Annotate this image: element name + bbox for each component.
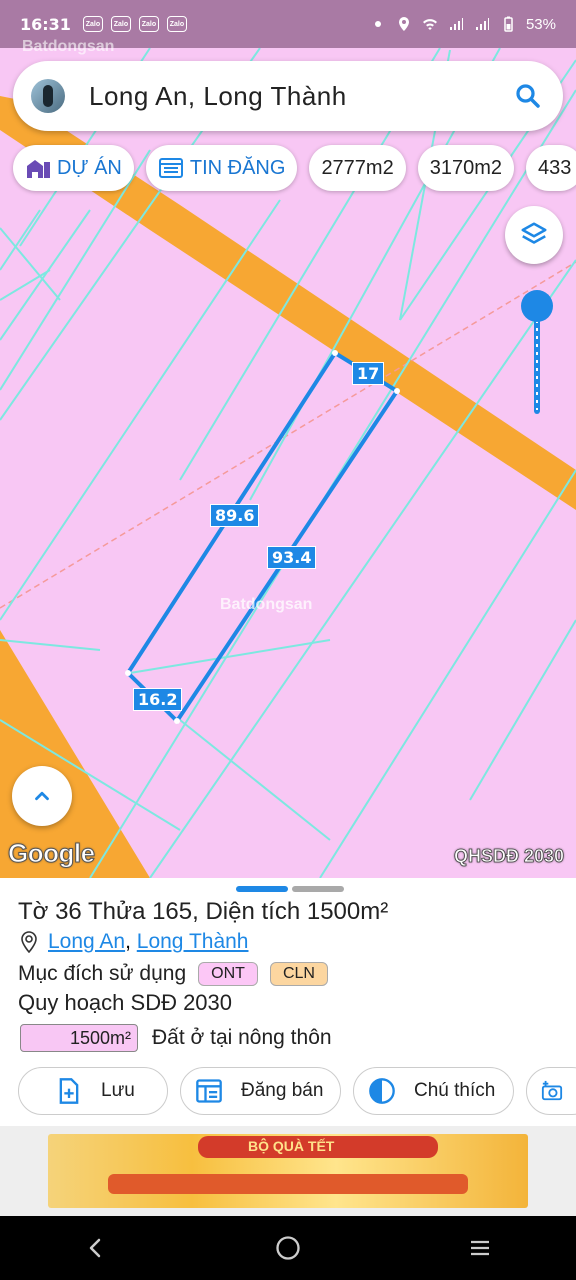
land-use-purpose: Mục đích sử dụng ONT CLN [18, 962, 328, 986]
recents-button[interactable] [460, 1228, 500, 1268]
map-watermark: Batdongsan [220, 596, 313, 613]
chip-projects[interactable]: DỰ ÁN [13, 145, 134, 191]
search-input[interactable]: Long An, Long Thành [89, 81, 513, 112]
parcel-title: Tờ 36 Thửa 165, Diện tích 1500m² [18, 898, 389, 925]
area-swatch: 1500m² [20, 1024, 138, 1052]
location-separator: , [125, 930, 137, 953]
status-indicators: 53% [370, 16, 556, 33]
menu-icon [471, 1240, 489, 1256]
building-icon [27, 160, 50, 178]
post-for-sale-label: Đăng bán [241, 1080, 324, 1101]
sheet-handle[interactable] [236, 886, 344, 892]
zalo-notification-icon: Zalo [82, 16, 103, 32]
avatar[interactable] [31, 79, 65, 113]
save-label: Lưu [101, 1080, 135, 1101]
search-bar[interactable]: Long An, Long Thành [13, 61, 563, 131]
chip-label: DỰ ÁN [57, 156, 122, 179]
area-description: Đất ở tại nông thôn [152, 1026, 332, 1049]
parcel-location: Long An , Long Thành [20, 930, 248, 954]
ad-text: BỘ QUÀ TẾT [248, 1138, 335, 1154]
parcel-info-sheet: Tờ 36 Thửa 165, Diện tích 1500m² Long An… [0, 878, 576, 1126]
land-use-badge-cln[interactable]: CLN [269, 962, 328, 986]
chip-label: 2777m2 [321, 156, 394, 179]
land-use-badge-ont[interactable]: ONT [198, 962, 258, 986]
signal-icon [449, 18, 463, 30]
ad-area: BỘ QUÀ TẾT [0, 1126, 576, 1216]
expand-sheet-button[interactable] [12, 766, 72, 826]
chip-listings[interactable]: TIN ĐĂNG [145, 145, 298, 191]
planning-area-row: 1500m² Đất ở tại nông thôn [20, 1024, 332, 1052]
page-indicator [292, 886, 344, 892]
layers-button[interactable] [505, 206, 563, 264]
dot-icon [374, 21, 381, 27]
post-for-sale-button[interactable]: Đăng bán [180, 1067, 341, 1115]
add-photo-button[interactable] [526, 1067, 576, 1115]
signal-icon [475, 18, 489, 30]
battery-icon [504, 16, 513, 32]
zalo-notification-icon: Zalo [166, 16, 187, 32]
slider-track-dots [536, 320, 538, 410]
action-bar: Lưu Đăng bán Chú thích [18, 1067, 576, 1115]
back-button[interactable] [76, 1228, 116, 1268]
layers-icon [521, 222, 547, 244]
page-indicator-active [236, 886, 288, 892]
wifi-icon [422, 19, 437, 30]
province-link[interactable]: Long An [48, 930, 125, 954]
chip-area[interactable]: 433 [526, 145, 576, 191]
search-icon[interactable] [513, 81, 543, 111]
zalo-notification-icon: Zalo [138, 16, 159, 32]
slider-handle[interactable] [521, 290, 553, 322]
listing-icon [196, 1079, 222, 1103]
chip-label: 3170m2 [429, 156, 502, 179]
chip-area[interactable]: 3170m2 [417, 145, 514, 191]
filter-chips: DỰ ÁN TIN ĐĂNG 2777m2 3170m2 433 [13, 145, 576, 191]
legend-label: Chú thích [414, 1080, 496, 1101]
planning-heading: Quy hoạch SDĐ 2030 [18, 990, 233, 1015]
contrast-icon [369, 1078, 395, 1104]
battery-level: 53% [525, 15, 556, 33]
ad-banner[interactable]: BỘ QUÀ TẾT [48, 1134, 528, 1208]
status-time: 16:31 [20, 14, 71, 34]
legend-button[interactable]: Chú thích [353, 1067, 514, 1115]
chip-label: TIN ĐĂNG [189, 156, 286, 179]
zalo-notification-icon: Zalo [110, 16, 131, 32]
system-navigation-bar [0, 1216, 576, 1280]
chip-area[interactable]: 2777m2 [309, 145, 406, 191]
location-icon [398, 17, 409, 31]
purpose-label: Mục đích sử dụng [18, 962, 187, 985]
chip-label: 433 [538, 156, 572, 179]
edge-length-right: 93.4 [267, 546, 317, 569]
district-link[interactable]: Long Thành [137, 930, 249, 954]
home-button[interactable] [268, 1228, 308, 1268]
watermark: Batdongsan [22, 38, 115, 55]
save-button[interactable]: Lưu [18, 1067, 168, 1115]
home-icon [276, 1236, 300, 1260]
edge-length-left: 89.6 [210, 504, 260, 527]
add-photo-icon [541, 1080, 563, 1101]
edge-length-bottom: 16.2 [133, 688, 183, 711]
chevron-up-icon [35, 791, 49, 801]
location-pin-icon [21, 931, 37, 953]
google-logo: Google [8, 838, 96, 869]
back-icon [89, 1238, 101, 1258]
listing-icon [158, 158, 183, 178]
layer-name: QHSDĐ 2030 [453, 846, 565, 867]
add-file-icon [59, 1078, 79, 1104]
edge-length-top: 17 [352, 362, 385, 385]
ad-ribbon [108, 1174, 468, 1194]
